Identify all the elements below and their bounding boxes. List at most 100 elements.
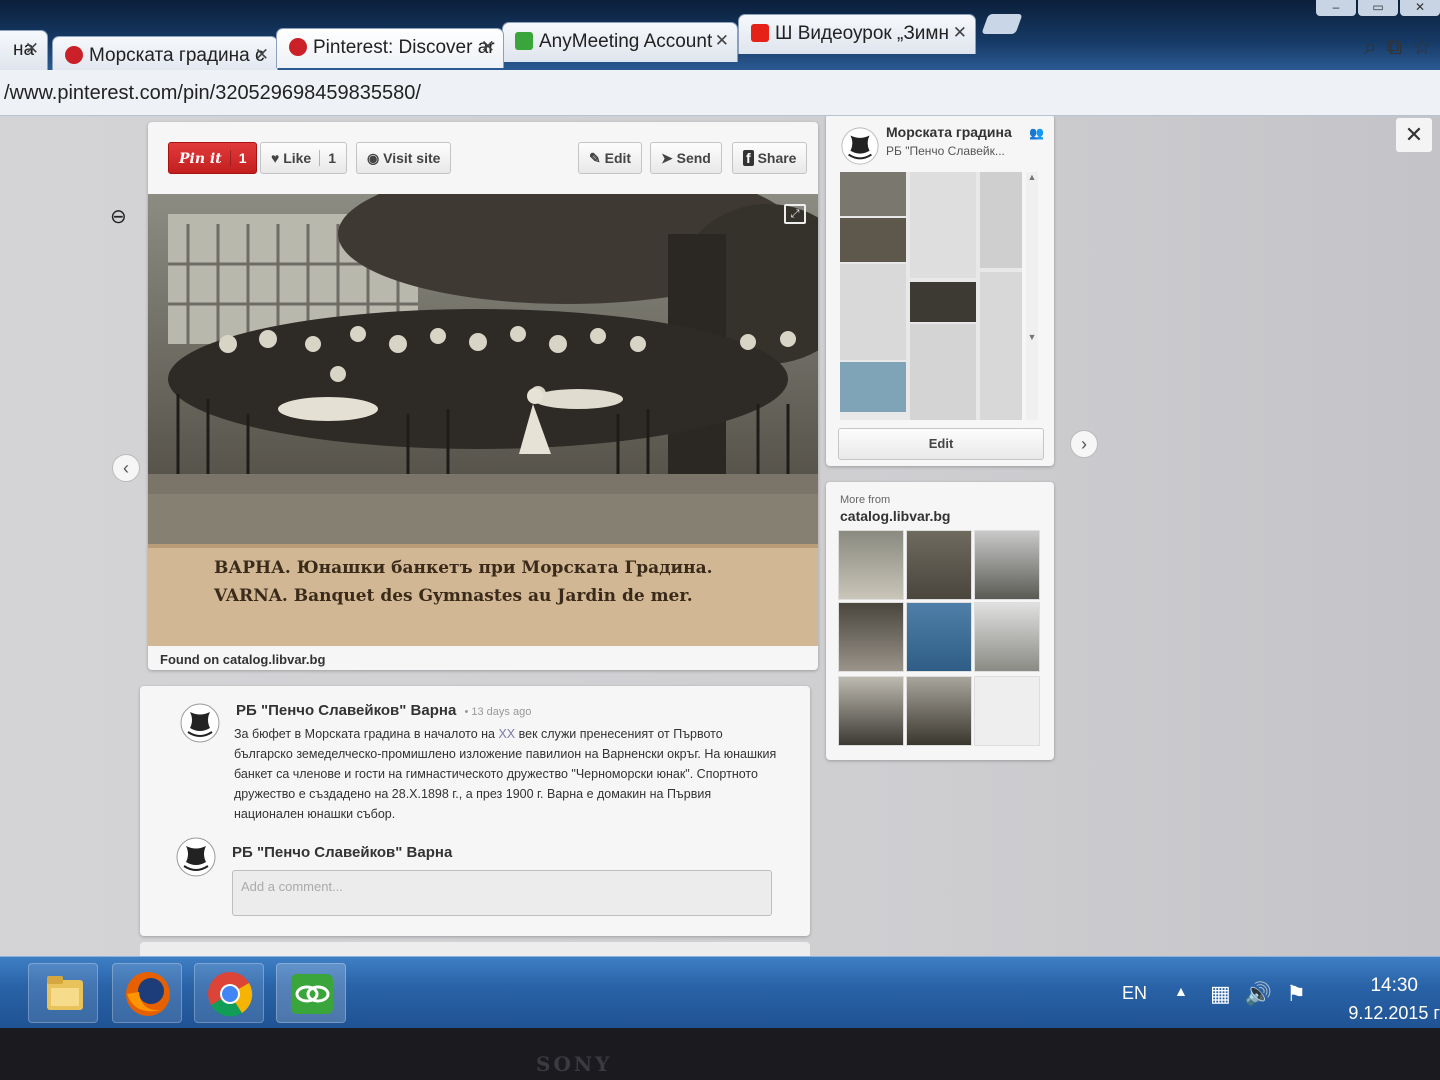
tray-icons: ▦🔊⚑ [1210,981,1320,1007]
description-author[interactable]: РБ "Пенчо Славейков" Варна • 13 days ago [236,702,531,719]
tab-label: AnyMeeting Account [539,31,713,52]
board-owner-avatar[interactable] [840,126,880,166]
more-thumb[interactable] [906,676,972,746]
edit-button[interactable]: ✎ Edit [578,142,643,174]
board-thumb[interactable] [980,172,1022,268]
comment-input[interactable]: Add a comment... [232,870,772,916]
close-icon[interactable]: ✕ [25,39,39,59]
star-icon[interactable]: ☆ [1412,34,1432,60]
more-thumb[interactable] [838,602,904,672]
flag-icon[interactable]: ⚑ [1286,981,1320,1006]
tab-label: Морската градина с [89,45,265,66]
more-from-label: More from [840,494,891,506]
clock-time[interactable]: 14:30 [1370,975,1418,997]
share-button[interactable]: f Share [732,142,808,174]
tab-0[interactable]: на ✕ [0,30,48,70]
window-controls: – ▭ ✕ [1316,0,1440,16]
board-thumbnails [840,172,1022,420]
like-button[interactable]: ♥ Like 1 [260,142,348,174]
board-thumb[interactable] [910,282,976,322]
monitor-brand-logo: SONY [536,1052,613,1076]
tab-strip: – ▭ ✕ на ✕ Морската градина с ✕ Pinteres… [0,0,1440,76]
minimize-button[interactable]: – [1316,0,1356,16]
monitor-bezel: SONY [0,1028,1440,1080]
globe-icon: ◉ [367,150,380,166]
more-from-domain[interactable]: catalog.libvar.bg [840,508,950,524]
close-window-button[interactable]: ✕ [1400,0,1440,16]
show-hidden-icons-button[interactable]: ▲ [1174,983,1188,999]
library-crest-avatar[interactable] [180,702,220,744]
close-icon[interactable]: ✕ [715,31,729,51]
close-icon[interactable]: ✕ [481,37,495,57]
zoom-out-icon[interactable]: ⊖ [110,204,127,229]
next-pin-button[interactable]: › [1070,430,1098,458]
clock-date[interactable]: 9.12.2015 г [1348,1003,1440,1024]
browser-toolbar: /www.pinterest.com/pin/32052969845983558… [0,34,1440,116]
system-tray: EN ▲ ▦🔊⚑ 14:30 9.12.2015 г [1080,957,1440,1029]
pin-card: Pin it 1 ♥ Like 1 ◉ Visit site ✎ Edit ➤ Se… [148,122,818,670]
board-thumb[interactable] [910,324,976,420]
current-user-avatar [176,837,216,877]
more-from-card: More from catalog.libvar.bg [826,482,1054,760]
pin-it-button[interactable]: Pin it 1 [168,142,258,174]
tab-anymeeting[interactable]: AnyMeeting Account ✕ [502,22,738,62]
volume-icon[interactable]: 🔊 [1245,981,1286,1006]
postcard-caption-fr: VARNA. Banquet des Gymnastes au Jardin d… [214,586,693,606]
address-bar[interactable]: /www.pinterest.com/pin/32052969845983558… [0,76,1340,108]
board-owner[interactable]: РБ "Пенчо Славейк... [886,144,1005,158]
facebook-icon: f [743,150,754,166]
author-name[interactable]: РБ "Пенчо Славейков" Варна [236,702,456,719]
send-icon: ➤ [661,150,673,166]
board-name[interactable]: Морската градина [886,124,1012,140]
pin-it-label: Pin it [179,151,222,167]
tab-pinterest[interactable]: Pinterest: Discover ar ✕ [276,28,504,68]
more-thumb[interactable] [974,530,1040,600]
send-button[interactable]: ➤ Send [650,142,722,174]
found-on-link[interactable]: Found on catalog.libvar.bg [160,652,325,667]
close-icon[interactable]: ✕ [953,23,967,43]
expand-icon[interactable]: ⤢ [784,204,806,224]
description-time: • 13 days ago [464,706,532,718]
board-thumb[interactable] [840,218,906,262]
more-thumb[interactable] [974,602,1040,672]
board-thumb[interactable] [980,272,1022,420]
pin-image[interactable] [148,194,818,646]
more-thumb[interactable] [838,530,904,600]
pinterest-icon [289,38,307,56]
more-thumb[interactable] [838,676,904,746]
like-label: Like [283,150,312,166]
board-thumb[interactable] [840,264,906,360]
next-card-edge [140,942,810,956]
language-indicator[interactable]: EN [1122,983,1147,1004]
more-thumb[interactable] [906,530,972,600]
anymeeting-icon [515,32,533,50]
board-scrollbar[interactable]: ▲ ▼ [1026,172,1038,420]
maximize-button[interactable]: ▭ [1358,0,1398,16]
like-count: 1 [319,150,336,166]
pin-it-count: 1 [229,150,246,166]
search-icon[interactable]: ⌕ [1364,34,1376,60]
board-thumb[interactable] [910,172,976,278]
firefox-icon[interactable] [112,963,182,1023]
pinterest-page: ✕ ⊖ ‹ › Pin it 1 ♥ Like 1 ◉ Visit site ✎ E… [0,116,1440,956]
previous-pin-button[interactable]: ‹ [112,454,140,482]
translate-icon[interactable]: ⧉ [1387,34,1403,60]
file-explorer-icon[interactable] [28,963,98,1023]
board-thumb[interactable] [840,362,906,412]
network-icon[interactable]: ▦ [1210,981,1245,1006]
group-board-icon: 👥 [1029,126,1044,140]
tab-youtube[interactable]: Ш Видеоурок „Зимн ✕ [738,14,976,54]
visit-site-button[interactable]: ◉ Visit site [356,142,452,174]
board-edit-button[interactable]: Edit [838,428,1044,460]
pin-photo-graphic [148,194,818,646]
youtube-icon [751,24,769,42]
close-overlay-button[interactable]: ✕ [1396,118,1432,152]
close-icon[interactable]: ✕ [255,45,269,65]
tab-label: Ш Видеоурок „Зимн [775,23,949,44]
anymeeting-icon[interactable] [276,963,346,1023]
new-tab-button[interactable] [981,14,1023,34]
board-thumb[interactable] [840,172,906,216]
more-thumb[interactable] [906,602,972,672]
edit-label: Edit [604,150,632,166]
chrome-icon[interactable] [194,963,264,1023]
